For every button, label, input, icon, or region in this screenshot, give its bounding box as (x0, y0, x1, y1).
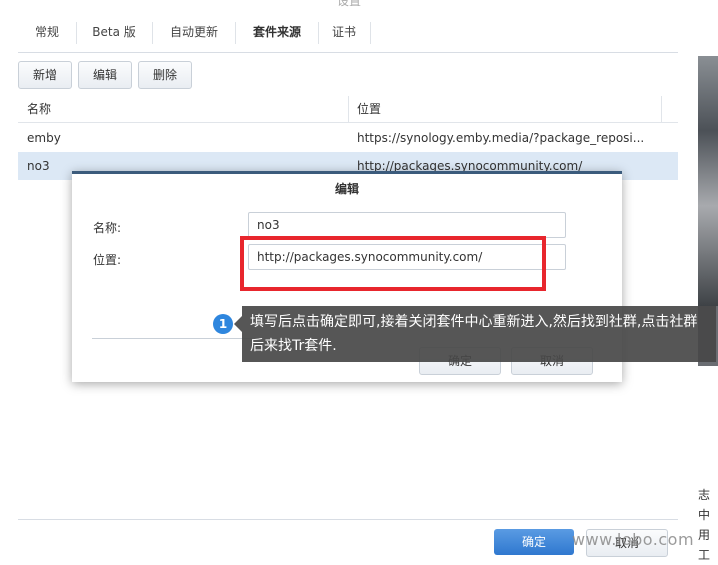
grid-header: 名称 位置 (18, 96, 678, 123)
dialog-title: 编辑 (334, 182, 359, 196)
edit-button[interactable]: 编辑 (78, 61, 132, 89)
window-title: 设置 (336, 0, 361, 8)
row-location: https://synology.emby.media/?package_rep… (357, 131, 645, 145)
highlight-box (240, 236, 546, 291)
footer-divider (18, 519, 678, 520)
column-header-location[interactable]: 位置 (357, 96, 381, 122)
tab-bar: 常规 Beta 版 自动更新 套件来源 证书 (18, 18, 678, 53)
background-text-line: 志中 (698, 488, 711, 522)
tab-certificate[interactable]: 证书 (319, 18, 369, 46)
add-button[interactable]: 新增 (18, 61, 72, 89)
tab-beta[interactable]: Beta 版 (77, 18, 151, 46)
location-label: 位置: (93, 253, 122, 267)
tab-auto-update[interactable]: 自动更新 (153, 18, 235, 46)
tooltip-arrow (234, 316, 242, 332)
column-header-name[interactable]: 名称 (27, 96, 51, 122)
row-name: no3 (27, 159, 50, 173)
column-divider (348, 96, 349, 122)
annotation-tooltip: 填写后点击确定即可,接着关闭套件中心重新进入,然后找到社群,点击社群后来找Tr套… (242, 306, 716, 362)
dialog-divider (92, 338, 252, 339)
row-name: emby (27, 131, 61, 145)
tab-package-sources[interactable]: 套件来源 (236, 18, 318, 46)
name-field[interactable] (248, 212, 566, 238)
name-label: 名称: (93, 221, 122, 235)
background-text: 志中 用工 (698, 485, 718, 565)
tab-general[interactable]: 常规 (18, 18, 76, 46)
watermark: www.lobo.com (572, 530, 695, 549)
column-divider (661, 96, 662, 122)
background-text-line: 用工 (698, 528, 711, 562)
delete-button[interactable]: 删除 (138, 61, 192, 89)
background-image-strip (698, 56, 718, 306)
footer-ok-button[interactable]: 确定 (494, 529, 574, 555)
step-badge: 1 (213, 314, 233, 334)
tab-divider (370, 22, 371, 44)
table-row[interactable]: emby https://synology.emby.media/?packag… (18, 124, 678, 152)
